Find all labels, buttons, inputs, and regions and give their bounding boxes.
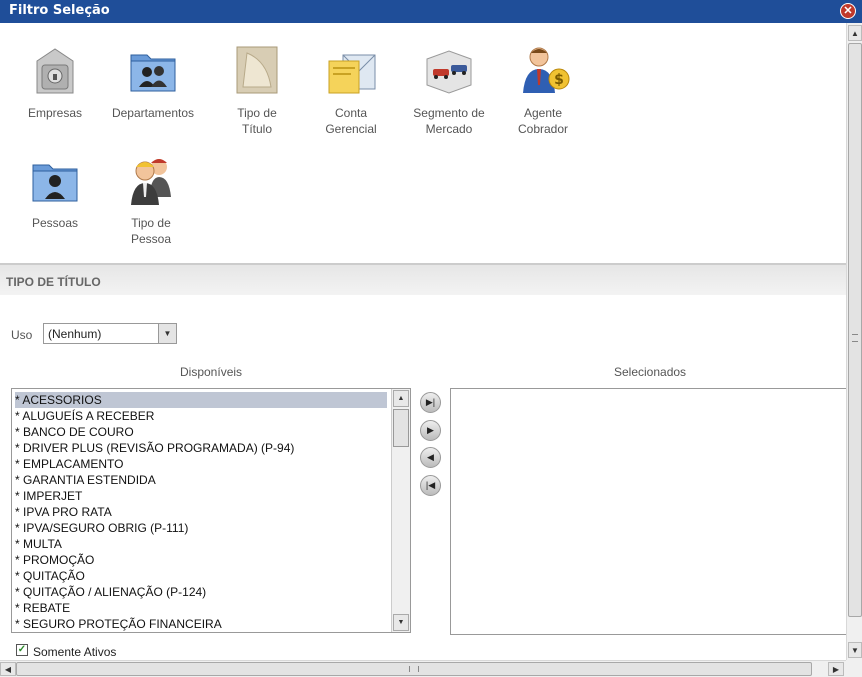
uso-label: Uso (11, 328, 33, 342)
disponiveis-title: Disponíveis (180, 365, 243, 379)
list-item[interactable]: * PROMOÇÃO (15, 552, 94, 568)
list-item[interactable]: * MULTA (15, 536, 62, 552)
departamentos-button[interactable]: Departamentos (108, 41, 198, 121)
somente-ativos-checkbox[interactable]: ✓ (16, 644, 28, 656)
envelope-icon (321, 41, 381, 101)
tipo-pessoa-button[interactable]: Tipo de Pessoa (106, 151, 196, 247)
somente-ativos-label: Somente Ativos (33, 645, 117, 659)
list-item[interactable]: * GARANTIA ESTENDIDA (15, 472, 156, 488)
list-item[interactable]: * IPVA PRO RATA (15, 504, 112, 520)
agent-money-icon: $ (513, 41, 573, 101)
scrollbar-corner (846, 660, 862, 677)
list-item[interactable]: * REBATE (15, 600, 70, 616)
scroll-up-icon[interactable]: ▲ (848, 25, 862, 41)
list-item[interactable]: * ALUGUEÍS A RECEBER (15, 408, 154, 424)
list-item[interactable]: * BANCO DE COURO (15, 424, 134, 440)
tipo-titulo-label: Tipo de Título (237, 106, 277, 136)
list-item[interactable]: * DRIVER PLUS (REVISÃO PROGRAMADA) (P-94… (15, 440, 294, 456)
folder-person-icon (25, 151, 85, 211)
conta-gerencial-button[interactable]: Conta Gerencial (306, 41, 396, 137)
disponiveis-listbox[interactable]: * ACESSORIOS * ALUGUEÍS A RECEBER * BANC… (11, 388, 411, 633)
folder-users-icon (123, 41, 183, 101)
cars-icon (419, 41, 479, 101)
window-title: Filtro Seleção (9, 3, 110, 18)
listbox-scroll-thumb[interactable] (393, 409, 409, 447)
pessoas-button[interactable]: Pessoas (10, 151, 100, 231)
move-left-button[interactable]: ◀ (420, 447, 441, 468)
svg-text:$: $ (554, 72, 564, 88)
list-item[interactable]: * EMPLACAMENTO (15, 456, 123, 472)
agente-cobrador-label: Agente Cobrador (517, 106, 569, 136)
section-header: TIPO DE TÍTULO (0, 263, 846, 295)
scroll-down-icon[interactable]: ▼ (393, 614, 409, 631)
move-all-left-button[interactable]: |◀ (420, 475, 441, 496)
safe-icon (25, 41, 85, 101)
empresas-button[interactable]: Empresas (10, 41, 100, 121)
scroll-up-icon[interactable]: ▲ (393, 390, 409, 407)
uso-select[interactable]: (Nenhum) ▼ (43, 323, 177, 344)
list-item[interactable]: * IMPERJET (15, 488, 82, 504)
workers-icon (121, 151, 181, 211)
empresas-label: Empresas (27, 106, 83, 120)
selecionados-title: Selecionados (614, 365, 687, 379)
move-all-right-button[interactable]: ▶| (420, 392, 441, 413)
segmento-mercado-label: Segmento de Mercado (413, 106, 485, 136)
document-icon (227, 41, 287, 101)
pessoas-label: Pessoas (31, 216, 79, 230)
close-icon[interactable]: ✕ (840, 3, 856, 19)
agente-cobrador-button[interactable]: $ Agente Cobrador (498, 41, 588, 137)
conta-gerencial-label: Conta Gerencial (325, 106, 377, 136)
list-item[interactable]: * QUITAÇÃO (15, 568, 85, 584)
section-title: TIPO DE TÍTULO (6, 275, 101, 289)
chevron-down-icon[interactable]: ▼ (158, 324, 176, 343)
move-right-button[interactable]: ▶ (420, 420, 441, 441)
scroll-right-icon[interactable]: ▶ (828, 662, 844, 676)
vertical-scroll-thumb[interactable] (848, 43, 862, 617)
uso-select-value: (Nenhum) (48, 327, 102, 341)
scroll-left-icon[interactable]: ◀ (0, 662, 16, 676)
departamentos-label: Departamentos (111, 106, 195, 120)
tipo-titulo-button[interactable]: Tipo de Título (212, 41, 302, 137)
horizontal-scroll-thumb[interactable] (16, 662, 812, 676)
window-vertical-scrollbar[interactable]: ▲ ▼ (846, 23, 862, 660)
listbox-scrollbar[interactable]: ▲ ▼ (391, 389, 410, 632)
selecionados-listbox[interactable] (450, 388, 846, 635)
list-item[interactable]: * IPVA/SEGURO OBRIG (P-111) (15, 520, 188, 536)
list-item[interactable]: * ACESSORIOS (15, 392, 387, 408)
tipo-pessoa-label: Tipo de Pessoa (130, 216, 172, 246)
list-item[interactable]: * QUITAÇÃO / ALIENAÇÃO (P-124) (15, 584, 206, 600)
main-content: Empresas Departamentos Tipo de Título Co… (0, 23, 846, 660)
segmento-mercado-button[interactable]: Segmento de Mercado (404, 41, 494, 137)
scroll-down-icon[interactable]: ▼ (848, 642, 862, 658)
list-item[interactable]: * SEGURO PROTEÇÃO FINANCEIRA (15, 616, 222, 632)
window-horizontal-scrollbar[interactable]: ◀ ▶ (0, 660, 846, 677)
window-titlebar: Filtro Seleção ✕ (0, 0, 862, 23)
